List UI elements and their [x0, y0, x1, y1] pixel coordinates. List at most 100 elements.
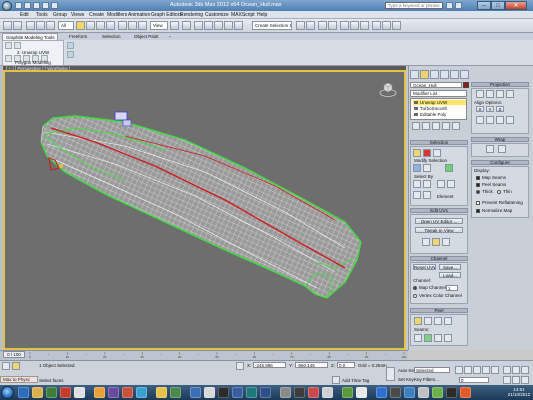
tab-freeform[interactable]: Freeform [66, 33, 90, 40]
percent-snap-icon[interactable] [224, 21, 233, 30]
minimize-button[interactable]: – [477, 1, 491, 10]
object-name-field[interactable]: Ocean_Hull [410, 82, 462, 88]
app3-taskbar-icon[interactable] [94, 387, 105, 398]
center-icon[interactable] [496, 116, 504, 124]
field-of-view-icon[interactable] [512, 366, 520, 374]
align-x-icon[interactable] [442, 238, 450, 246]
open-file-icon[interactable] [24, 2, 31, 9]
select-object-icon[interactable] [76, 21, 85, 30]
time-slider[interactable]: 0 / 100 [3, 351, 25, 358]
add-time-tag-label[interactable]: Add Time Tag [342, 378, 369, 383]
add-time-tag-icon[interactable] [332, 376, 340, 384]
tweak-in-view-button[interactable]: Tweak In View [415, 227, 463, 233]
grow-selection-icon[interactable] [413, 164, 421, 172]
load-uvws-button[interactable]: Load... [439, 272, 461, 278]
redo-button[interactable] [13, 21, 22, 30]
vertex-level-icon[interactable] [14, 42, 21, 49]
schematic-view-icon[interactable] [350, 21, 359, 30]
rendered-frame-icon[interactable] [382, 21, 391, 30]
expand-seams-icon[interactable] [434, 334, 442, 342]
pivot-center-icon[interactable] [170, 21, 179, 30]
selection-filter-select[interactable]: All [58, 21, 74, 30]
previous-frame-icon[interactable] [464, 366, 472, 374]
fit-icon[interactable] [486, 116, 494, 124]
quick-peel-icon[interactable] [414, 317, 422, 325]
rectangular-selection-icon[interactable] [96, 21, 105, 30]
perspective-viewport[interactable] [3, 70, 406, 350]
zoom-extents-icon[interactable] [503, 366, 511, 374]
point-to-point-seam-icon[interactable] [414, 334, 422, 342]
edge-level-icon[interactable] [5, 55, 12, 62]
close-button[interactable]: ✕ [505, 1, 527, 10]
3dsmax-taskbar-icon[interactable] [280, 387, 291, 398]
timeline-ruler[interactable]: 0 10 20 30 40 50 60 70 80 90 100 [28, 352, 406, 358]
app19-taskbar-icon[interactable] [418, 387, 429, 398]
cylindrical-projection-icon[interactable] [486, 90, 494, 98]
select-overlap-icon[interactable] [413, 191, 421, 199]
firefox-taskbar-icon[interactable] [122, 387, 133, 398]
map-channel-spinner[interactable]: 1 [446, 285, 458, 291]
set-key-label[interactable]: Set Key [398, 377, 414, 382]
app16-taskbar-icon[interactable] [356, 387, 367, 398]
mini-listener-icon[interactable] [2, 362, 10, 370]
maxscript-listener-input[interactable]: Max to Physc [0, 376, 38, 383]
select-scale-icon[interactable] [138, 21, 147, 30]
key-mode-select[interactable]: Selected [414, 367, 450, 373]
go-to-end-icon[interactable] [491, 366, 499, 374]
menu-help[interactable]: Help [257, 11, 267, 19]
menu-modifiers[interactable]: Modifiers [107, 11, 127, 19]
menu-create[interactable]: Create [89, 11, 104, 19]
orbit-icon[interactable] [503, 376, 511, 384]
peel-reset-icon[interactable] [434, 317, 442, 325]
app15-taskbar-icon[interactable] [342, 387, 353, 398]
named-selection-set-select[interactable]: Create Selection Se [252, 21, 292, 30]
polygon-select-icon[interactable] [433, 149, 441, 157]
start-button-icon[interactable] [1, 386, 14, 399]
convert-edge-seams-icon[interactable] [444, 334, 452, 342]
align-y-button[interactable]: Y [486, 106, 494, 112]
projection-rollout-header[interactable]: Projection [471, 82, 529, 87]
curve-editor-icon[interactable] [340, 21, 349, 30]
save-file-icon[interactable] [33, 2, 40, 9]
select-rotate-icon[interactable] [128, 21, 137, 30]
material-editor-icon[interactable] [360, 21, 369, 30]
app9-taskbar-icon[interactable] [218, 387, 229, 398]
normalize-map-checkbox[interactable] [476, 209, 480, 213]
save-uvws-button[interactable]: Save... [439, 264, 461, 270]
unfold-strip-icon[interactable] [498, 145, 506, 153]
go-to-start-icon[interactable] [455, 366, 463, 374]
undo-icon[interactable] [42, 2, 49, 9]
align-x-button[interactable]: X [476, 106, 484, 112]
pan-view-icon[interactable] [521, 366, 529, 374]
box-projection-icon[interactable] [506, 90, 514, 98]
select-by-element-icon[interactable] [413, 180, 421, 188]
render-production-icon[interactable] [392, 21, 401, 30]
viewcube-icon[interactable] [379, 80, 397, 98]
motion-tab-icon[interactable] [440, 70, 449, 79]
menu-rendering[interactable]: Rendering [180, 11, 203, 19]
app7-taskbar-icon[interactable] [170, 387, 181, 398]
edge-select-icon[interactable] [423, 149, 431, 157]
editable-poly-icon[interactable] [5, 42, 12, 49]
ribbon-panel-label[interactable]: Polygon Modeling [15, 60, 51, 65]
select-flipped-icon[interactable] [447, 180, 455, 188]
app2-taskbar-icon[interactable] [74, 387, 85, 398]
edit-seams-icon[interactable] [424, 334, 432, 342]
utilities-tab-icon[interactable] [460, 70, 469, 79]
hierarchy-tab-icon[interactable] [430, 70, 439, 79]
menu-animation[interactable]: Animation [128, 11, 150, 19]
unlink-icon[interactable] [36, 21, 45, 30]
taskbar-clock[interactable]: 14:51 21/10/2012 [506, 387, 532, 397]
menu-graph-editors[interactable]: Graph Editors [151, 11, 182, 19]
modify-tab-icon[interactable] [420, 70, 429, 79]
next-frame-icon[interactable] [482, 366, 490, 374]
redo-icon[interactable] [51, 2, 58, 9]
vertex-select-icon[interactable] [413, 149, 421, 157]
snaps-toggle-icon[interactable] [204, 21, 213, 30]
keyboard-shortcut-icon[interactable] [194, 21, 203, 30]
select-by-smoothing-icon[interactable] [423, 191, 431, 199]
planar-map-icon[interactable] [432, 238, 440, 246]
menu-maxscript[interactable]: MAXScript [231, 11, 255, 19]
swift-loop-icon[interactable] [67, 42, 74, 49]
layer-manager-icon[interactable] [318, 21, 327, 30]
